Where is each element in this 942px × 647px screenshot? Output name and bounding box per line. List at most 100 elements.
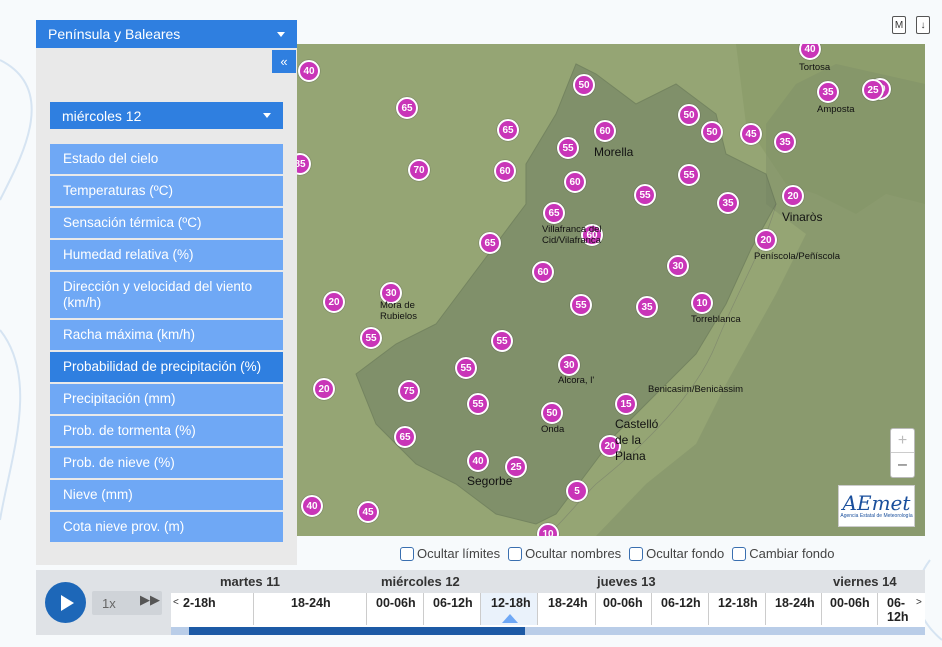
timeline-slot[interactable]: 18-24h <box>548 596 588 610</box>
timeline-slot[interactable]: 12-18h <box>718 596 758 610</box>
town-label: Benicasim/Benicàssim <box>648 384 744 395</box>
checkbox-label: Ocultar nombres <box>525 546 622 561</box>
fast-forward-icon[interactable]: ▶▶ <box>140 592 160 608</box>
zoom-in-button[interactable]: + <box>891 429 914 453</box>
option-checkbox[interactable]: Ocultar límites <box>400 546 500 561</box>
forecast-marker[interactable]: 55 <box>570 294 592 316</box>
variable-menu: Estado del cielo Temperaturas (ºC) Sensaci… <box>50 144 283 544</box>
aemet-logo: AEmet Agencia Estatal de Meteorología <box>838 485 915 527</box>
option-checkbox[interactable]: Cambiar fondo <box>732 546 835 561</box>
forecast-marker[interactable]: 45 <box>357 501 379 523</box>
menu-item[interactable]: Probabilidad de precipitación (%) <box>50 352 283 384</box>
timeline-slot[interactable]: 00-06h <box>603 596 643 610</box>
timeline-day: martes 11 <box>220 574 280 589</box>
timeline-slot[interactable]: 00-06h <box>830 596 870 610</box>
forecast-marker[interactable]: 35 <box>636 296 658 318</box>
menu-item[interactable]: Humedad relativa (%) <box>50 240 283 272</box>
forecast-marker[interactable]: 60 <box>532 261 554 283</box>
checkbox-box[interactable] <box>732 546 747 561</box>
forecast-marker[interactable]: 55 <box>491 330 513 352</box>
checkbox-box[interactable] <box>508 546 523 561</box>
forecast-marker[interactable]: 20 <box>782 185 804 207</box>
day-select[interactable]: miércoles 12 <box>50 102 283 129</box>
map-area[interactable]: 4040103550655065605550453585706060555535… <box>296 44 925 536</box>
slot-divider <box>537 593 538 625</box>
download-icon[interactable]: ↓ <box>916 16 930 34</box>
town-label: Villafranca del Cid/Vilafranca <box>542 224 602 246</box>
menu-item[interactable]: Prob. de nieve (%) <box>50 448 283 480</box>
timeline-next-button[interactable]: > <box>916 597 922 608</box>
forecast-marker[interactable]: 60 <box>494 160 516 182</box>
forecast-marker[interactable]: 30 <box>558 354 580 376</box>
timeline-prev-button[interactable]: < <box>173 597 179 608</box>
forecast-marker[interactable]: 55 <box>634 184 656 206</box>
forecast-marker[interactable]: 40 <box>298 60 320 82</box>
menu-item[interactable]: Cota nieve prov. (m) <box>50 512 283 544</box>
forecast-marker[interactable]: 55 <box>467 393 489 415</box>
forecast-marker[interactable]: 15 <box>615 393 637 415</box>
forecast-marker[interactable]: 35 <box>774 131 796 153</box>
menu-item[interactable]: Temperaturas (ºC) <box>50 176 283 208</box>
forecast-marker[interactable]: 55 <box>678 164 700 186</box>
forecast-marker[interactable]: 65 <box>394 426 416 448</box>
timeline-days: martes 11 miércoles 12 jueves 13 viernes 14 <box>171 570 925 593</box>
map-mode-icon[interactable]: M <box>892 16 906 34</box>
forecast-marker[interactable]: 30 <box>667 255 689 277</box>
timeline-slot[interactable]: 06-12h <box>433 596 473 610</box>
forecast-marker[interactable]: 55 <box>455 357 477 379</box>
forecast-marker[interactable]: 5 <box>566 480 588 502</box>
timeline-slot[interactable]: 18-24h <box>291 596 331 610</box>
forecast-marker[interactable]: 50 <box>701 121 723 143</box>
chevron-down-icon <box>263 113 271 118</box>
forecast-marker[interactable]: 35 <box>717 192 739 214</box>
timeline-slot[interactable]: 18-24h <box>775 596 815 610</box>
menu-item[interactable]: Sensación térmica (ºC) <box>50 208 283 240</box>
option-checkbox[interactable]: Ocultar nombres <box>508 546 621 561</box>
menu-item[interactable]: Racha máxima (km/h) <box>50 320 283 352</box>
town-label: Segorbe <box>467 474 513 488</box>
town-label: Castelló de la Plana <box>615 417 659 463</box>
timeline-slot[interactable]: 12-18h <box>491 596 531 610</box>
option-checkbox[interactable]: Ocultar fondo <box>629 546 724 561</box>
zoom-out-button[interactable]: – <box>891 453 914 477</box>
forecast-marker[interactable]: 65 <box>543 202 565 224</box>
play-button[interactable] <box>45 582 86 623</box>
forecast-marker[interactable]: 50 <box>541 402 563 424</box>
menu-item[interactable]: Nieve (mm) <box>50 480 283 512</box>
forecast-marker[interactable]: 65 <box>497 119 519 141</box>
forecast-marker[interactable]: 75 <box>398 380 420 402</box>
forecast-marker[interactable]: 65 <box>479 232 501 254</box>
menu-item[interactable]: Estado del cielo <box>50 144 283 176</box>
header-tools: M ↓ <box>892 16 930 34</box>
menu-item[interactable]: Dirección y velocidad del viento (km/h) <box>50 272 283 320</box>
forecast-marker[interactable]: 55 <box>360 327 382 349</box>
forecast-marker[interactable]: 40 <box>467 450 489 472</box>
forecast-marker[interactable]: 40 <box>301 495 323 517</box>
slot-divider <box>366 593 367 625</box>
menu-item[interactable]: Prob. de tormenta (%) <box>50 416 283 448</box>
collapse-panel-button[interactable]: « <box>272 50 296 73</box>
forecast-marker[interactable]: 20 <box>313 378 335 400</box>
forecast-marker[interactable]: 45 <box>740 123 762 145</box>
menu-item[interactable]: Precipitación (mm) <box>50 384 283 416</box>
forecast-marker[interactable]: 55 <box>557 137 579 159</box>
forecast-marker[interactable]: 25 <box>862 79 884 101</box>
timeline-slot[interactable]: 06-12h <box>661 596 701 610</box>
forecast-marker[interactable]: 20 <box>323 291 345 313</box>
forecast-marker[interactable]: 65 <box>396 97 418 119</box>
region-select[interactable]: Península y Baleares <box>36 20 297 48</box>
forecast-marker[interactable]: 70 <box>408 159 430 181</box>
forecast-marker[interactable]: 50 <box>678 104 700 126</box>
forecast-marker[interactable]: 60 <box>594 120 616 142</box>
zoom-control: + – <box>890 428 915 478</box>
forecast-marker[interactable]: 35 <box>817 81 839 103</box>
side-panel: Península y Baleares « miércoles 12 Esta… <box>36 20 297 565</box>
forecast-marker[interactable]: 20 <box>755 229 777 251</box>
timeline-slot[interactable]: 2-18h <box>183 596 216 610</box>
forecast-marker[interactable]: 60 <box>564 171 586 193</box>
forecast-marker[interactable]: 50 <box>573 74 595 96</box>
checkbox-box[interactable] <box>629 546 644 561</box>
checkbox-box[interactable] <box>400 546 414 561</box>
forecast-marker[interactable]: 10 <box>691 292 713 314</box>
timeline-slot[interactable]: 00-06h <box>376 596 416 610</box>
